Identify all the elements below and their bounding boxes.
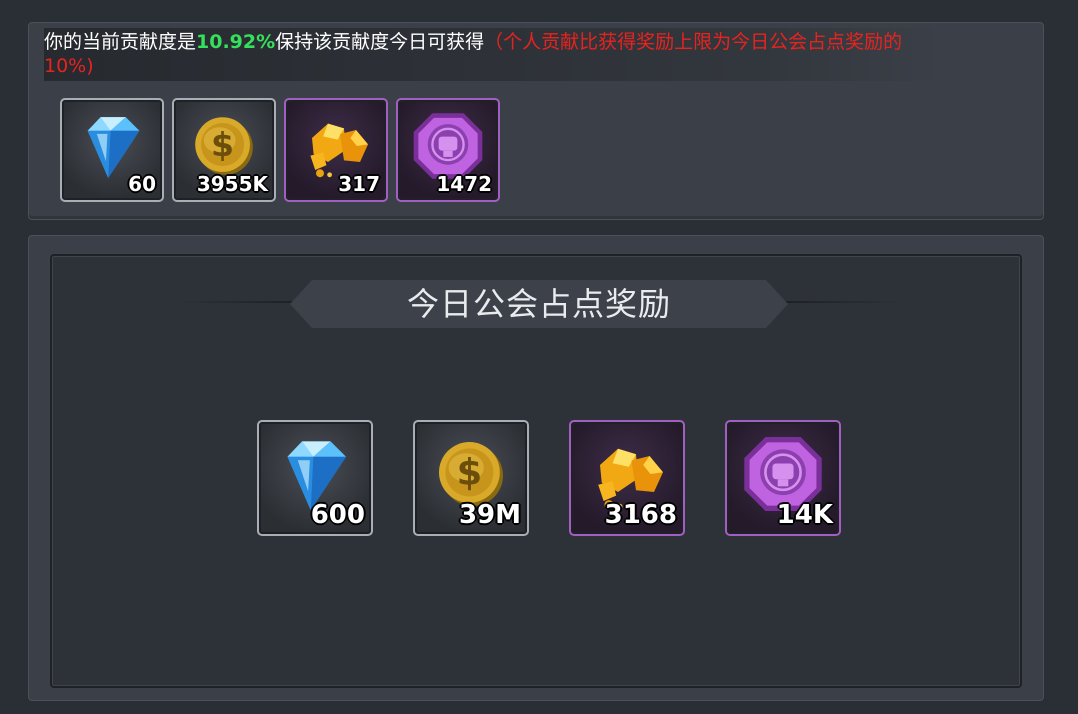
reward-count: 600: [310, 500, 365, 530]
reward-item-diamond[interactable]: 60: [60, 98, 164, 202]
reward-count: 14K: [776, 500, 833, 530]
reward-item-fist-token[interactable]: 1472: [396, 98, 500, 202]
guild-reward-item-gold-ore[interactable]: 3168: [569, 420, 685, 536]
guild-reward-item-gold-coin[interactable]: 39M: [413, 420, 529, 536]
contribution-percent: 10.92%: [196, 31, 276, 53]
reward-count: 60: [128, 172, 156, 196]
reward-count: 1472: [436, 172, 492, 196]
guild-rewards-list: 600 39M 3168 14K: [257, 420, 841, 536]
reward-count: 3168: [604, 500, 677, 530]
contribution-suffix: 保持该贡献度今日可获得: [275, 31, 485, 53]
reward-count: 317: [338, 172, 380, 196]
contribution-info: 你的当前贡献度是10.92%保持该贡献度今日可获得（个人贡献比获得奖励上限为今日…: [44, 28, 944, 81]
guild-reward-item-fist-token[interactable]: 14K: [725, 420, 841, 536]
contribution-prefix: 你的当前贡献度是: [44, 31, 197, 53]
reward-count: 39M: [458, 500, 521, 530]
guild-reward-title: 今日公会占点奖励: [406, 285, 671, 323]
reward-item-gold-coin[interactable]: 3955K: [172, 98, 276, 202]
reward-count: 3955K: [196, 172, 268, 196]
reward-item-gold-ore[interactable]: 317: [284, 98, 388, 202]
guild-reward-item-diamond[interactable]: 600: [257, 420, 373, 536]
current-rewards-list: 60 3955K 317 1472: [60, 98, 500, 202]
